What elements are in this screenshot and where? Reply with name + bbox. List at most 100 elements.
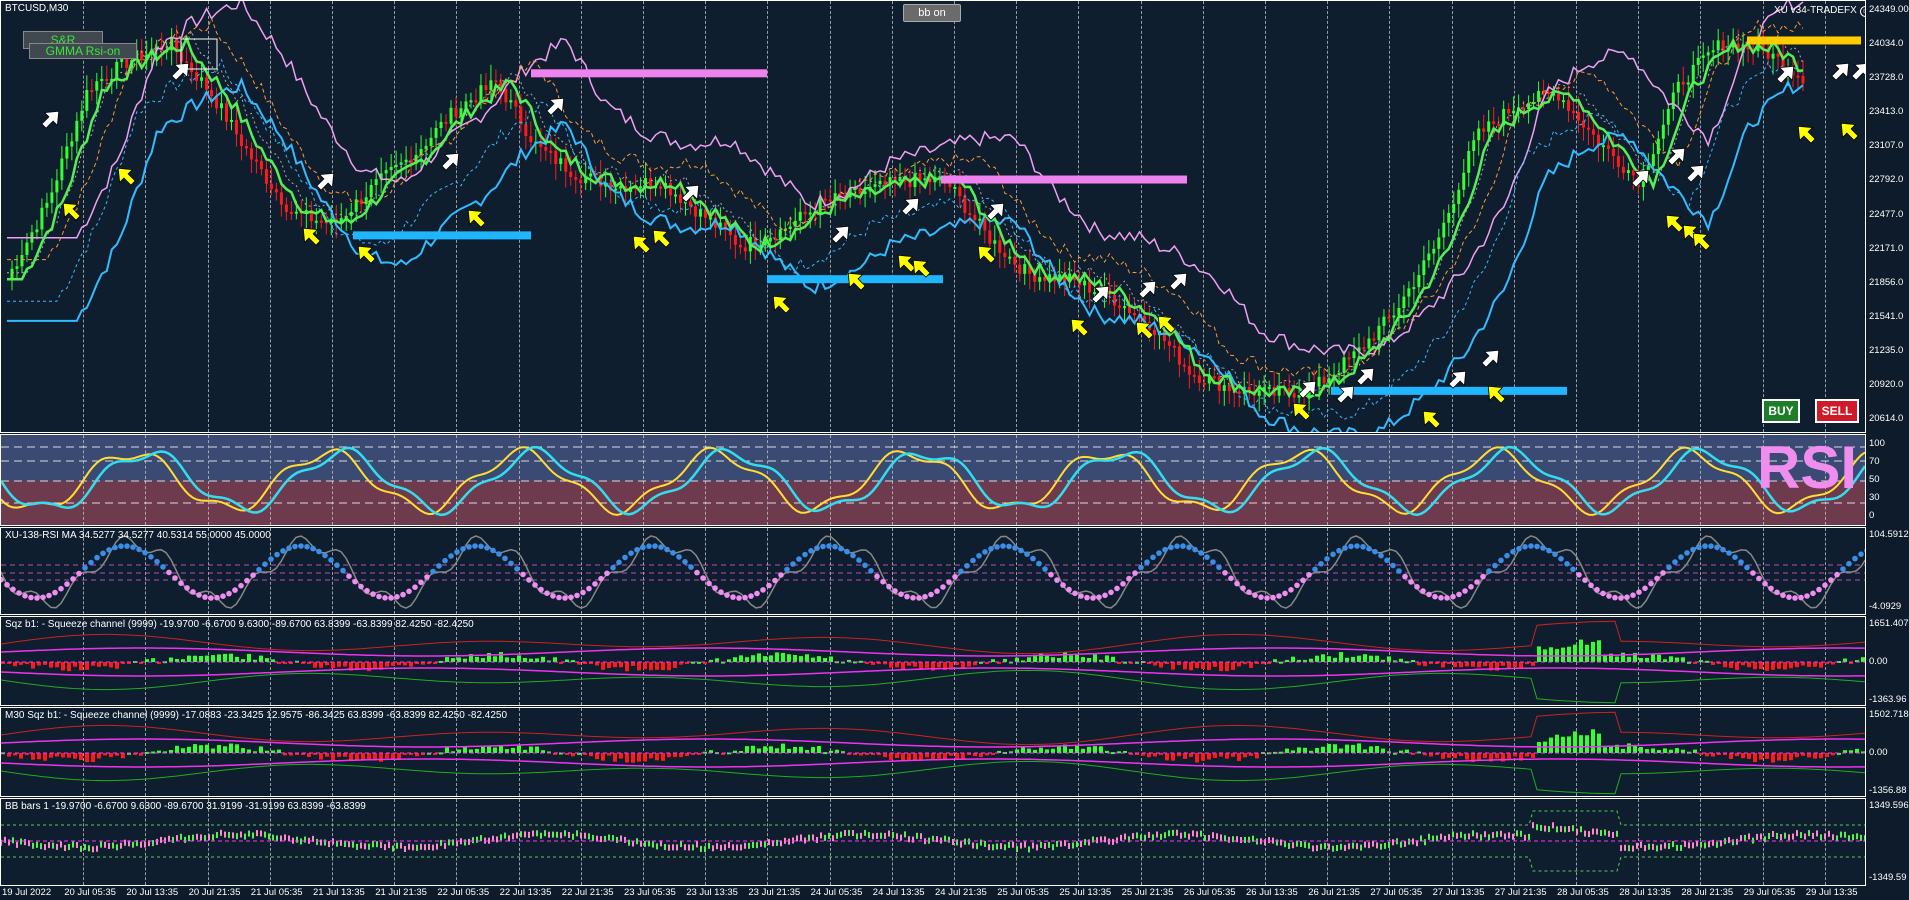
squeeze-bar	[475, 656, 479, 662]
squeeze-bar	[1093, 746, 1097, 753]
candle-body	[953, 186, 957, 189]
sell-signal-arrow	[1831, 62, 1850, 81]
rsi-ma-dot	[52, 589, 58, 596]
rsi-ma-dot	[1348, 543, 1354, 550]
squeeze-bar	[1189, 662, 1193, 671]
bb-on-button[interactable]: bb on	[903, 4, 961, 22]
buy-signal-arrow	[1797, 125, 1816, 144]
time-label: 20 Jul 13:35	[126, 887, 179, 898]
candle-body	[1367, 338, 1371, 349]
candle-body	[1601, 145, 1605, 148]
rsi-ma-dot	[286, 545, 292, 551]
candle-body	[314, 220, 318, 223]
squeeze-bar	[1087, 746, 1091, 753]
rsi-ma-dot	[946, 579, 952, 585]
candle-body	[244, 145, 248, 149]
squeeze-bar	[1333, 657, 1337, 662]
bb-bars-pane[interactable]: BB bars 1 -19.9700 -6.6700 9.6300 -89.67…	[0, 798, 1866, 886]
squeeze-bar	[1357, 655, 1361, 662]
rsi-ma-dot	[1042, 566, 1048, 572]
squeeze-bar	[775, 652, 779, 662]
rsi-ma-dot	[1174, 543, 1180, 549]
candle-body	[898, 176, 902, 182]
time-label: 25 Jul 05:35	[997, 887, 1049, 898]
buy-signal-arrow	[1070, 318, 1089, 337]
candle-body	[1197, 375, 1201, 383]
time-label: 23 Jul 05:35	[624, 887, 676, 898]
squeeze-bar	[67, 753, 71, 758]
rsi-ma-dot	[490, 547, 496, 554]
rsi-ma-dot	[1252, 592, 1258, 598]
squeeze-pane-2[interactable]: M30 Sqz b1: - Squeeze channel (9999) -17…	[0, 707, 1866, 797]
rsi-level-50: 50	[1869, 474, 1880, 485]
rsi-ma-dot	[1378, 552, 1384, 559]
rsi-ma-dot	[310, 545, 316, 552]
squeeze-pane-1[interactable]: Sqz b1: - Squeeze channel (9999) -19.970…	[0, 616, 1866, 706]
buy-signal-arrow	[467, 209, 486, 228]
squeeze-bar	[1729, 662, 1733, 668]
squeeze-bar	[1759, 753, 1763, 760]
squeeze-bar	[103, 662, 107, 667]
candle-body	[1387, 316, 1391, 319]
squeeze-bar	[1015, 657, 1019, 662]
rsi-watermark: RSI	[1757, 434, 1858, 501]
candle-body	[319, 220, 323, 223]
squeeze-bar	[613, 753, 617, 762]
gmma-rsi-toggle-button[interactable]: GMMA Rsi-on	[29, 43, 137, 59]
squeeze-bar	[907, 662, 911, 666]
squeeze-bar	[811, 657, 815, 662]
price-axis[interactable]: 24349.00 24034.0 23728.0 23413.0 23107.0 2279…	[1866, 0, 1909, 433]
candle-body	[254, 159, 258, 162]
rsi-ma-dot	[1690, 546, 1696, 553]
squeeze-bar	[1153, 662, 1157, 666]
rsi-ma-dot	[70, 576, 76, 582]
sell-signal-arrow	[1169, 272, 1188, 291]
candle-body	[75, 120, 79, 142]
rsi-ma-dot	[928, 591, 934, 598]
rsi-ma-dot	[1774, 589, 1780, 596]
candle-body	[190, 62, 194, 73]
time-label: 19 Jul 2022	[2, 887, 52, 898]
squeeze-bar	[1111, 656, 1115, 662]
buy-button[interactable]: BUY	[1762, 399, 1800, 423]
rsi-ma-dot	[142, 549, 148, 556]
squeeze-bar	[1615, 656, 1619, 662]
squeeze-bar	[259, 746, 263, 753]
chart-window[interactable]: BTCUSD,M30 S&R GMMA Rsi-on bb on XU v34-…	[0, 0, 1909, 900]
rsi-ma-dot	[1372, 548, 1378, 555]
candle-body	[1347, 357, 1351, 360]
price-chart-pane[interactable]: BTCUSD,M30 S&R GMMA Rsi-on bb on XU v34-…	[0, 0, 1866, 433]
squeeze-bar	[1225, 753, 1229, 759]
rsi-ma-dot	[730, 594, 736, 600]
candle-body	[65, 146, 69, 159]
time-label: 25 Jul 21:35	[1121, 887, 1174, 898]
rsi-ma-dot	[1162, 546, 1168, 553]
rsi-ma-dot	[1588, 582, 1594, 589]
squeeze-bar	[1339, 652, 1343, 662]
rsi-ma-dot	[886, 583, 892, 590]
time-axis[interactable]: 19 Jul 2022 20 Jul 05:35 20 Jul 13:35 20 Ju…	[0, 886, 1866, 900]
squeeze-bar	[1735, 662, 1739, 670]
rsi-ma-dot	[856, 557, 862, 563]
sell-button[interactable]: SELL	[1815, 399, 1859, 423]
rsi-ma-dot	[1282, 590, 1288, 597]
rsi-pane[interactable]: RSI	[0, 434, 1866, 526]
squeeze-bar	[1441, 662, 1445, 668]
squeeze-bar	[109, 753, 113, 758]
rsi-ma-dot	[46, 592, 52, 599]
rsi-ma-pane[interactable]: XU-138-RSI MA 34.5277 34.5277 40.5314 55…	[0, 527, 1866, 615]
candle-body	[1716, 40, 1720, 51]
candle-body	[968, 213, 972, 216]
candle-body	[559, 158, 563, 165]
squeeze-bar	[1549, 737, 1553, 753]
rsi-ma-dot	[964, 563, 970, 569]
candle-body	[544, 146, 548, 151]
rsi-level-0: 0	[1869, 510, 1875, 521]
rsi-ma-dot	[1570, 566, 1576, 573]
squeeze-channel-line	[1, 667, 1865, 677]
squeeze-bar	[1675, 657, 1679, 662]
candle-body	[1711, 50, 1715, 53]
price-tick: 20920.0	[1869, 379, 1904, 391]
price-chart-canvas[interactable]	[1, 1, 1866, 433]
candle-body	[25, 242, 29, 255]
